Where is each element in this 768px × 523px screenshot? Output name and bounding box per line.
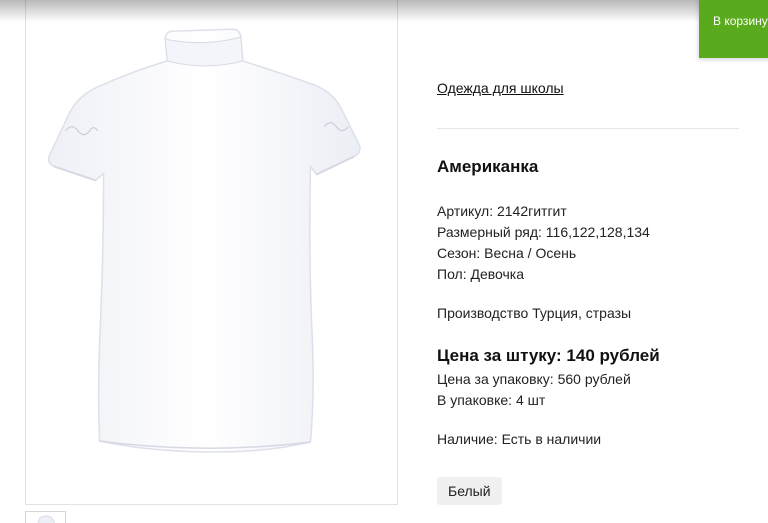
product-thumbnail[interactable] bbox=[25, 511, 66, 523]
product-page: Одежда для школы Американка Артикул: 214… bbox=[0, 0, 768, 523]
product-image bbox=[47, 28, 361, 453]
spec-season: Сезон: Весна / Осень bbox=[437, 245, 577, 261]
product-specs: Артикул: 2142гитгит Размерный ряд: 116,1… bbox=[437, 201, 650, 285]
category-link[interactable]: Одежда для школы bbox=[437, 80, 564, 96]
price-per-unit: Цена за штуку: 140 рублей bbox=[437, 346, 660, 365]
spec-sizes: Размерный ряд: 116,122,128,134 bbox=[437, 224, 650, 240]
price-per-pack: Цена за упаковку: 560 рублей bbox=[437, 371, 631, 387]
thumbnail-image bbox=[37, 515, 56, 523]
product-image-frame[interactable] bbox=[25, 0, 398, 505]
divider bbox=[437, 128, 739, 129]
availability-status: Наличие: Есть в наличии bbox=[437, 431, 602, 447]
product-title: Американка bbox=[437, 157, 539, 176]
product-origin: Производство Турция, стразы bbox=[437, 305, 632, 321]
top-shadow bbox=[0, 0, 768, 22]
spec-gender: Пол: Девочка bbox=[437, 266, 525, 282]
spec-article: Артикул: 2142гитгит bbox=[437, 203, 567, 219]
color-option-button[interactable]: Белый bbox=[437, 477, 502, 505]
pack-count: В упаковке: 4 шт bbox=[437, 392, 546, 408]
pack-info: Цена за упаковку: 560 рублей В упаковке:… bbox=[437, 369, 631, 411]
add-to-cart-notification[interactable]: В корзину bbox=[699, 0, 768, 58]
